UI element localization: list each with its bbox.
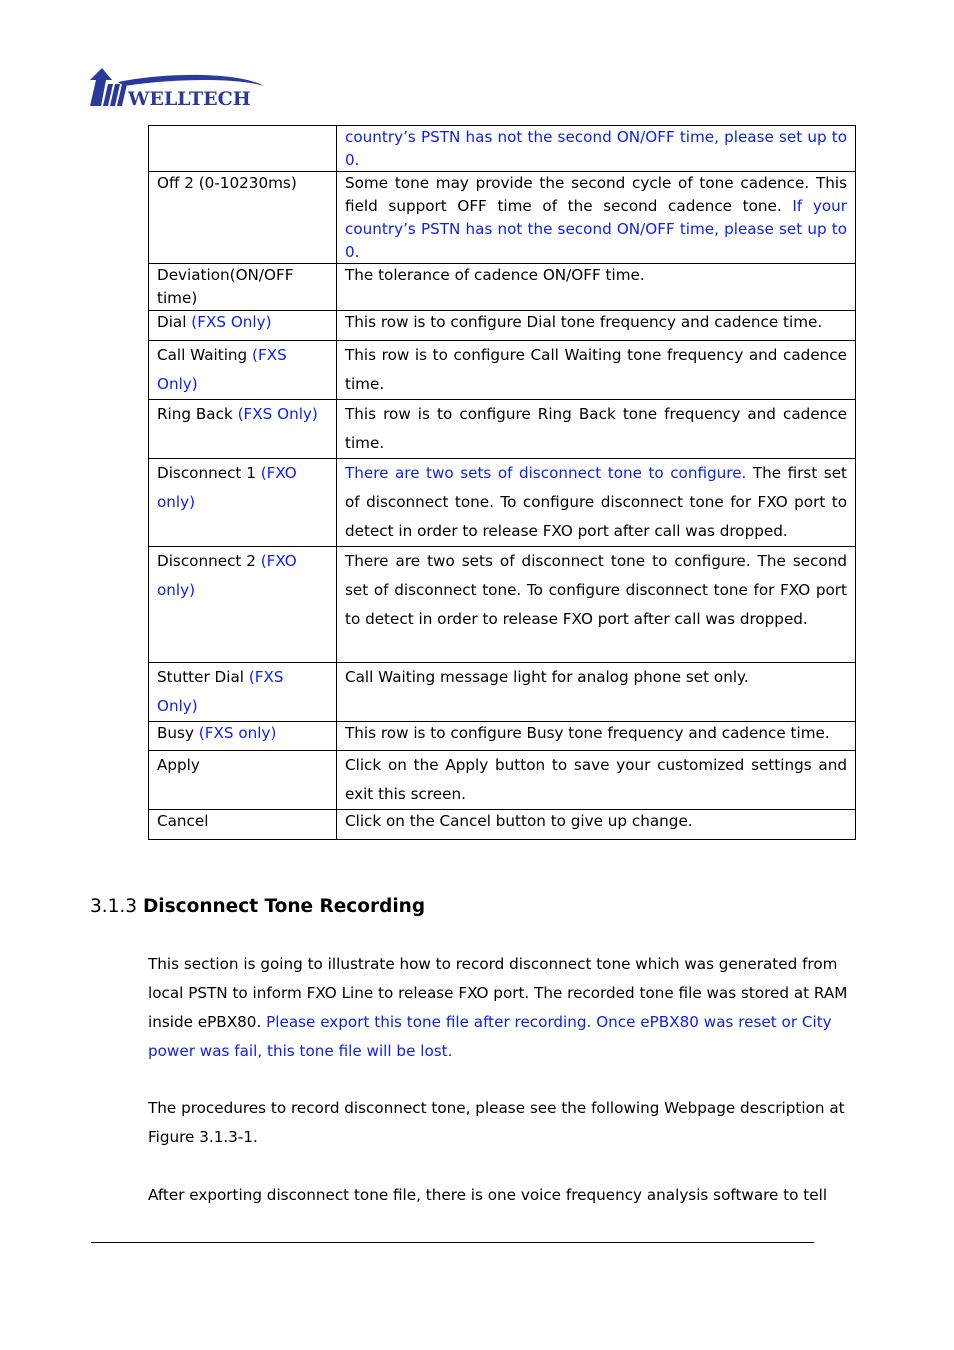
description-text: The tolerance of cadence ON/OFF time. (345, 266, 645, 285)
svg-text:WELLTECH: WELLTECH (127, 88, 251, 110)
field-name: Disconnect 1 (157, 463, 261, 482)
field-name-cell: Ring Back (FXS Only) (148, 398, 337, 459)
table-row: Cancel Click on the Cancel button to give… (148, 808, 856, 840)
field-name-cell: Cancel (148, 808, 337, 840)
description-text: This row is to configure Dial tone frequ… (345, 312, 823, 331)
table-row: Ring Back (FXS Only) This row is to confi… (148, 398, 856, 459)
field-name: Off 2 (0-10230ms) (157, 174, 297, 193)
description-text: There are two sets of disconnect tone to… (345, 551, 847, 628)
field-name: Stutter Dial (157, 667, 249, 686)
description-text: Some tone may provide the second cycle o… (345, 174, 847, 216)
field-name-cell: Deviation(ON/OFF time) (148, 263, 337, 311)
field-name: Disconnect 2 (157, 551, 261, 570)
description-cell: Click on the Apply button to save your c… (336, 749, 856, 810)
table-row: Stutter Dial (FXS Only) Call Waiting mess… (148, 661, 856, 722)
description-cell: Call Waiting message light for analog ph… (336, 661, 856, 722)
table-row: country’s PSTN has not the second ON/OFF… (148, 124, 856, 173)
description-text: Click on the Apply button to save your c… (345, 755, 847, 803)
field-name: Cancel (157, 811, 209, 830)
field-name-cell: Busy (FXS only) (148, 720, 337, 751)
section-paragraph-1: This section is going to illustrate how … (148, 950, 864, 1066)
field-name: Deviation(ON/OFF time) (157, 266, 294, 307)
description-text: Call Waiting message light for analog ph… (345, 667, 749, 686)
description-cell: This row is to configure Call Waiting to… (336, 339, 856, 400)
field-note: (FXS Only) (191, 312, 272, 331)
footer-rule (91, 1242, 814, 1243)
field-name: Ring Back (157, 404, 238, 423)
table-row: Call Waiting (FXS Only) This row is to co… (148, 339, 856, 400)
field-name-cell: Dial (FXS Only) (148, 309, 337, 341)
table-row: Dial (FXS Only) This row is to configure … (148, 309, 856, 341)
description-cell: Click on the Cancel button to give up ch… (336, 808, 856, 840)
description-cell: country’s PSTN has not the second ON/OFF… (336, 124, 856, 173)
section-title: Disconnect Tone Recording (142, 896, 426, 917)
table-row: Disconnect 1 (FXO only) There are two set… (148, 457, 856, 547)
description-cell: The tolerance of cadence ON/OFF time. (336, 263, 856, 311)
field-name-cell: Call Waiting (FXS Only) (148, 339, 337, 400)
description-text: Click on the Cancel button to give up ch… (345, 811, 693, 830)
section-paragraph-2: The procedures to record disconnect tone… (148, 1099, 845, 1146)
field-name-cell: Apply (148, 749, 337, 810)
section-number: 3.1.3 (90, 896, 143, 917)
field-name: Busy (157, 723, 199, 742)
field-name: Dial (157, 312, 192, 331)
field-name-cell: Off 2 (0-10230ms) (148, 171, 337, 265)
table-row: Disconnect 2 (FXO only) There are two set… (148, 545, 856, 663)
welltech-logo: WELLTECH (90, 68, 264, 110)
description-text: This row is to configure Busy tone frequ… (345, 723, 830, 742)
description-cell: There are two sets of disconnect tone to… (336, 457, 856, 547)
description-cell: This row is to configure Dial tone frequ… (336, 309, 856, 341)
description-text: This row is to configure Ring Back tone … (345, 404, 847, 452)
description-text: This row is to configure Call Waiting to… (345, 345, 847, 393)
section-paragraph-3: After exporting disconnect tone file, th… (148, 1186, 828, 1204)
field-name-cell: Disconnect 1 (FXO only) (148, 457, 337, 547)
section-heading: 3.1.3 Disconnect Tone Recording (90, 894, 425, 920)
field-name: Apply (157, 755, 200, 774)
tone-settings-table: country’s PSTN has not the second ON/OFF… (148, 124, 856, 840)
table-row: Deviation(ON/OFF time) The tolerance of c… (148, 263, 856, 311)
table-row: Apply Click on the Apply button to save y… (148, 749, 856, 810)
description-cell: There are two sets of disconnect tone to… (336, 545, 856, 663)
table-row: Off 2 (0-10230ms) Some tone may provide t… (148, 171, 856, 265)
field-name-cell (148, 124, 337, 173)
field-name: Call Waiting (157, 345, 253, 364)
description-highlight: There are two sets of disconnect tone to… (345, 463, 747, 482)
field-note: (FXS Only) (237, 404, 318, 423)
description-cell: This row is to configure Ring Back tone … (336, 398, 856, 459)
field-name-cell: Disconnect 2 (FXO only) (148, 545, 337, 663)
field-name-cell: Stutter Dial (FXS Only) (148, 661, 337, 722)
description-highlight: country’s PSTN has not the second ON/OFF… (345, 128, 847, 169)
table-row: Busy (FXS only) This row is to configure … (148, 720, 856, 751)
description-cell: Some tone may provide the second cycle o… (336, 171, 856, 265)
description-cell: This row is to configure Busy tone frequ… (336, 720, 856, 751)
field-note: (FXS only) (198, 723, 277, 742)
